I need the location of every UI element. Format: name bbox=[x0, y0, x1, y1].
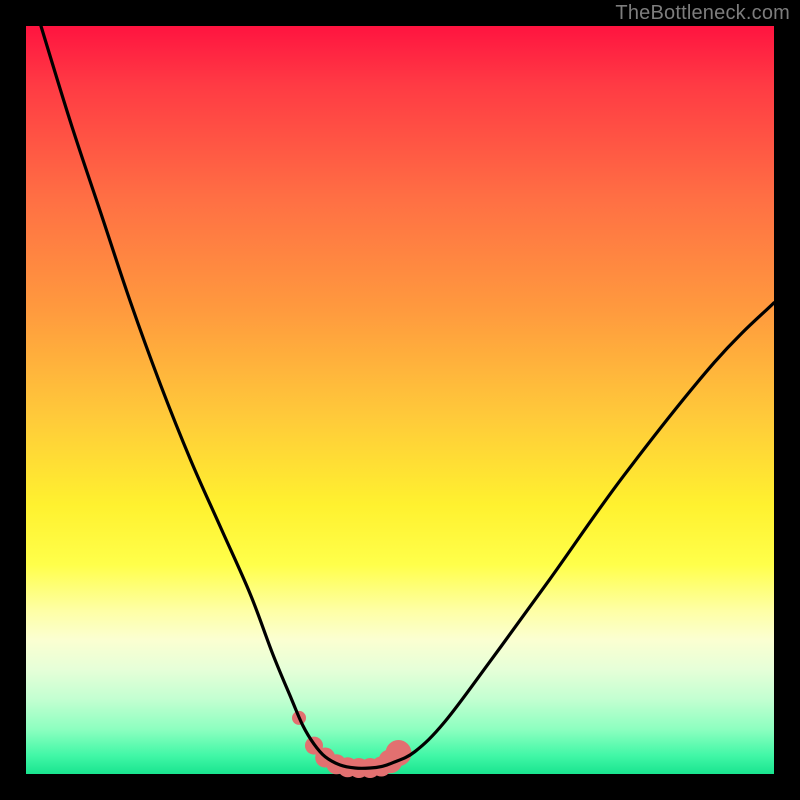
watermark-text: TheBottleneck.com bbox=[615, 2, 790, 25]
bottleneck-curve-svg bbox=[26, 26, 774, 774]
bottleneck-curve-path bbox=[41, 26, 774, 768]
chart-area bbox=[26, 26, 774, 774]
